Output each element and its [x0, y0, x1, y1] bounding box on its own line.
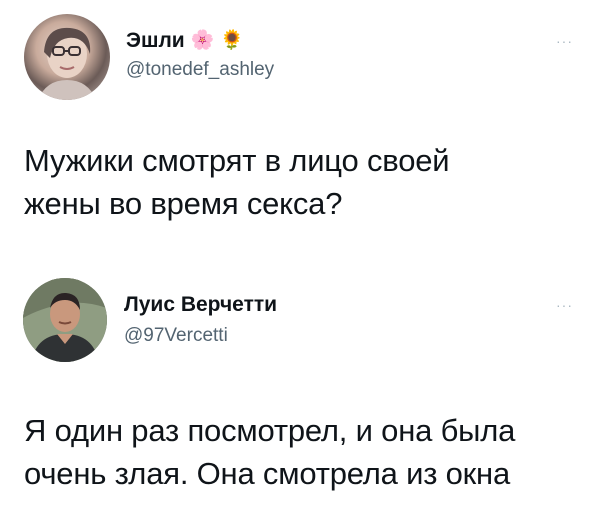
user-handle[interactable]: @tonedef_ashley	[126, 60, 274, 79]
avatar[interactable]	[23, 278, 107, 362]
more-options-icon[interactable]: ···	[556, 34, 573, 48]
flower-emoji-icon: 🌸	[190, 30, 215, 51]
tweet-card: Луис Верчетти @97Vercetti ··· Я один раз…	[0, 262, 601, 517]
user-handle[interactable]: @97Vercetti	[124, 326, 228, 345]
tweet-text: Мужики смотрят в лицо своей жены во врем…	[24, 143, 450, 221]
display-name[interactable]: Луис Верчетти	[124, 294, 277, 315]
avatar[interactable]	[24, 14, 110, 100]
user-photo-icon	[23, 278, 107, 362]
author-row: Луис Верчетти	[124, 294, 277, 315]
more-options-icon[interactable]: ···	[556, 298, 573, 312]
display-name[interactable]: Эшли	[126, 30, 185, 51]
user-photo-icon	[38, 27, 96, 100]
tweet-text: Я один раз посмотрел, и она была очень з…	[24, 413, 516, 491]
sunflower-emoji-icon: 🌻	[220, 30, 245, 51]
tweet-card: Эшли 🌸 🌻 @tonedef_ashley ··· Мужики смот…	[0, 0, 601, 250]
author-row: Эшли 🌸 🌻	[126, 30, 244, 51]
